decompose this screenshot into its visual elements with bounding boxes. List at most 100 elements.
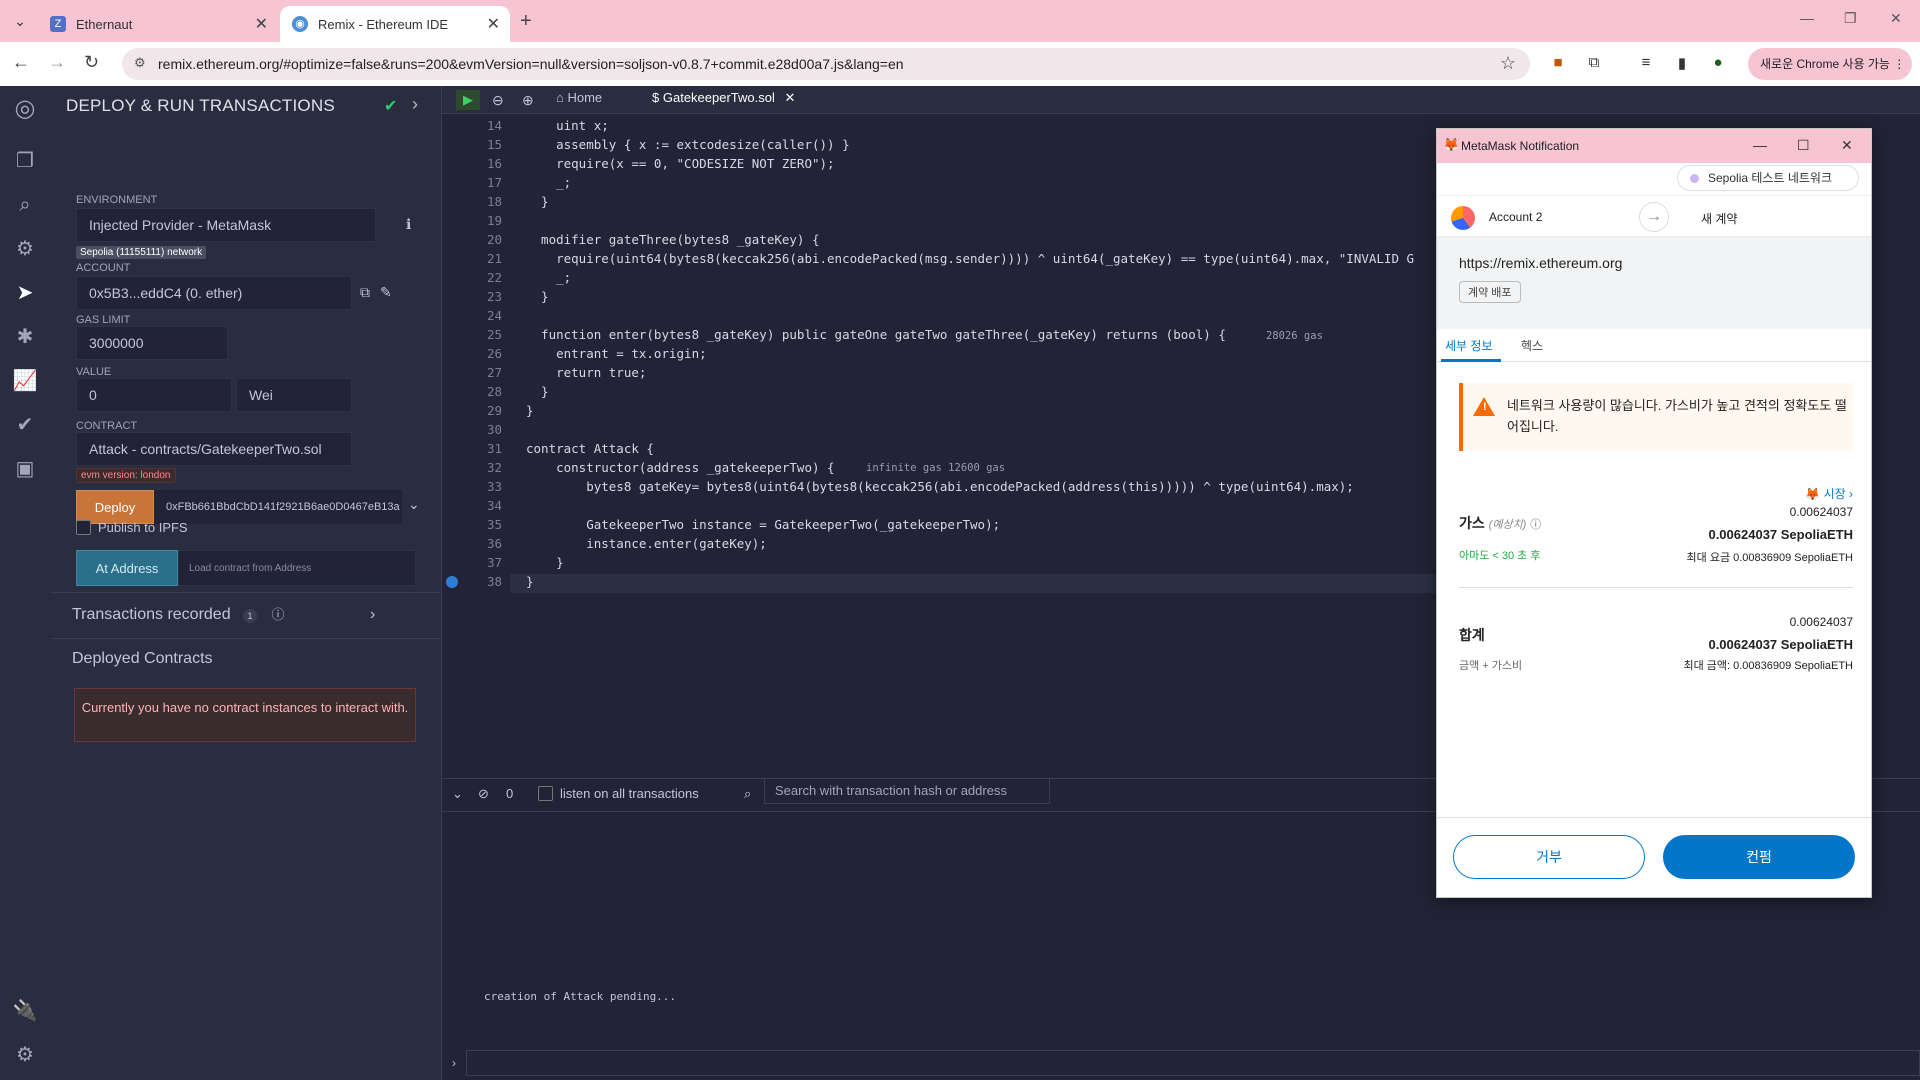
tab-details[interactable]: 세부 정보 — [1445, 337, 1493, 354]
chrome-update-button[interactable]: 새로운 Chrome 사용 가능 ⋮ — [1748, 48, 1912, 80]
plugin-manager-icon[interactable]: 🔌 — [12, 998, 38, 1024]
value-label: VALUE — [76, 366, 112, 378]
copy-icon[interactable]: ⧉ — [360, 284, 370, 301]
account-row: Account 2 → 새 계약 — [1437, 195, 1871, 237]
extensions-icon[interactable]: ⧉ — [1584, 54, 1604, 74]
file-explorer-icon[interactable]: ❐ — [12, 148, 38, 174]
close-window-icon[interactable]: ✕ — [1890, 10, 1902, 27]
edit-icon[interactable]: ✎ — [380, 284, 392, 301]
zoom-in-icon[interactable]: ⊕ — [522, 92, 534, 109]
line-number: 22 — [486, 270, 502, 285]
code-line: 27 return true; — [442, 365, 1442, 384]
prompt-icon: › — [452, 1056, 456, 1070]
account-value: 0x5B3...eddC4 (0. ether) — [89, 285, 243, 301]
close-icon[interactable]: ✕ — [487, 14, 500, 34]
market-link[interactable]: 🦊 시장 › — [1777, 485, 1853, 502]
chevron-right-icon[interactable]: › — [370, 606, 375, 624]
close-icon[interactable]: ✕ — [1841, 137, 1853, 154]
deploy-arg-input[interactable]: 0xFBb661BbdCbD141f2921B6ae0D0467eB13a — [154, 490, 402, 524]
alert-text: 네트워크 사용량이 많습니다. 가스비가 높고 견적의 정확도도 떨어집니다. — [1507, 398, 1847, 434]
info-icon[interactable]: ℹ — [406, 216, 411, 233]
tab-search-icon[interactable]: ⌄ — [8, 9, 32, 33]
bookmark-star-icon[interactable]: ☆ — [1500, 53, 1516, 74]
close-icon[interactable]: ✕ — [255, 14, 268, 34]
deploy-run-icon[interactable]: ➤ — [12, 280, 38, 306]
analysis-icon[interactable]: 📈 — [12, 368, 38, 394]
zoom-out-icon[interactable]: ⊖ — [492, 92, 504, 109]
confirm-button[interactable]: 컨펌 — [1663, 835, 1855, 879]
transactions-recorded-label: Transactions recorded — [72, 606, 231, 623]
at-address-input[interactable]: Load contract from Address — [178, 550, 416, 586]
gas-max-fee: 최대 요금 0.00836909 SepoliaETH — [1686, 552, 1853, 564]
testing-icon[interactable]: ✔ — [12, 412, 38, 438]
new-contract-label: 새 계약 — [1701, 212, 1738, 226]
line-number: 36 — [486, 536, 502, 551]
footer-divider — [1437, 817, 1871, 818]
tab-hex[interactable]: 헥스 — [1521, 337, 1543, 354]
reject-button[interactable]: 거부 — [1453, 835, 1645, 879]
metamask-extension-icon[interactable]: ■ — [1548, 54, 1568, 74]
line-number: 15 — [486, 137, 502, 152]
code-line: 24 — [442, 308, 1442, 327]
search-icon[interactable]: ⌕ — [12, 192, 38, 218]
contract-select[interactable]: Attack - contracts/GatekeeperTwo.sol — [76, 432, 352, 466]
terminal-log: creation of Attack pending... — [484, 990, 677, 1003]
gas-estimated-label: (예상치) — [1488, 519, 1527, 531]
deploy-button[interactable]: Deploy — [76, 490, 154, 524]
chevron-down-icon[interactable]: ⌄ — [408, 496, 420, 513]
tab-remix[interactable]: ◉ Remix - Ethereum IDE ✕ — [280, 6, 510, 42]
gas-label: 가스 (예상치) ⓘ — [1459, 513, 1541, 533]
tab-gatekeepertwo[interactable]: $ GatekeeperTwo.sol ✕ — [652, 90, 795, 110]
close-icon[interactable]: ✕ — [785, 90, 796, 105]
profile-avatar[interactable]: ● — [1708, 54, 1728, 74]
plugin-icon[interactable]: ▣ — [12, 456, 38, 482]
code-line: 33 bytes8 gateKey= bytes8(uint64(bytes8(… — [442, 479, 1442, 498]
gas-limit-input[interactable]: 3000000 — [76, 326, 228, 360]
solidity-compiler-icon[interactable]: ⚙ — [12, 236, 38, 262]
tab-title: Ethernaut — [76, 17, 133, 32]
value-input[interactable]: 0 — [76, 378, 232, 412]
chevron-right-icon[interactable]: › — [412, 94, 418, 115]
terminal-search-input[interactable]: Search with transaction hash or address — [764, 778, 1050, 804]
code-line: 15 assembly { x := extcodesize(caller())… — [442, 137, 1442, 156]
media-icon[interactable]: ≡ — [1636, 54, 1656, 74]
tab-ethernaut[interactable]: Z Ethernaut ✕ — [38, 6, 278, 42]
restore-icon[interactable]: ❐ — [1844, 10, 1857, 27]
publish-ipfs-checkbox[interactable] — [76, 520, 91, 535]
minimize-icon[interactable]: — — [1800, 10, 1814, 26]
code-line: 23 } — [442, 289, 1442, 308]
omnibox[interactable]: ⚙ remix.ethereum.org/#optimize=false&run… — [122, 48, 1530, 80]
side-panel-icon[interactable]: ▮ — [1672, 54, 1692, 74]
new-tab-icon[interactable]: + — [520, 10, 532, 33]
network-selector[interactable]: Sepolia 테스트 네트워크 — [1677, 165, 1859, 191]
settings-gear-icon[interactable]: ⚙ — [12, 1042, 38, 1068]
line-number: 26 — [486, 346, 502, 361]
account-select[interactable]: 0x5B3...eddC4 (0. ether) — [76, 276, 352, 310]
warning-icon-mark: ! — [1483, 401, 1487, 413]
terminal-input[interactable] — [466, 1050, 1920, 1076]
maximize-icon[interactable]: ☐ — [1797, 137, 1810, 154]
environment-select[interactable]: Injected Provider - MetaMask — [76, 208, 376, 242]
contract-deploy-tag: 계약 배포 — [1459, 281, 1521, 303]
debugger-icon[interactable]: ✱ — [12, 324, 38, 350]
forward-icon[interactable]: → — [48, 52, 66, 73]
run-script-button[interactable]: ▶ — [456, 90, 480, 110]
info-icon[interactable]: ⓘ — [1530, 519, 1541, 531]
minimize-icon[interactable]: — — [1753, 137, 1767, 153]
code-text: } — [526, 384, 549, 399]
listen-all-checkbox[interactable] — [538, 786, 553, 801]
market-label: 시장 — [1823, 487, 1846, 501]
reload-icon[interactable]: ↻ — [84, 52, 99, 73]
line-number: 18 — [486, 194, 502, 209]
collapse-terminal-icon[interactable]: ⌄ — [452, 786, 463, 802]
code-text: instance.enter(gateKey); — [526, 536, 767, 551]
back-icon[interactable]: ← — [12, 52, 30, 73]
transactions-recorded-title[interactable]: Transactions recorded 1 ⓘ — [72, 604, 285, 624]
environment-value: Injected Provider - MetaMask — [89, 217, 272, 233]
code-text: modifier gateThree(bytes8 _gateKey) { — [526, 232, 820, 247]
tab-home[interactable]: ⌂ Home — [556, 90, 602, 110]
at-address-button[interactable]: At Address — [76, 550, 178, 586]
value-unit-select[interactable]: Wei — [236, 378, 352, 412]
clear-terminal-icon[interactable]: ⊘ — [478, 786, 489, 802]
site-info-icon[interactable]: ⚙ — [134, 55, 146, 71]
